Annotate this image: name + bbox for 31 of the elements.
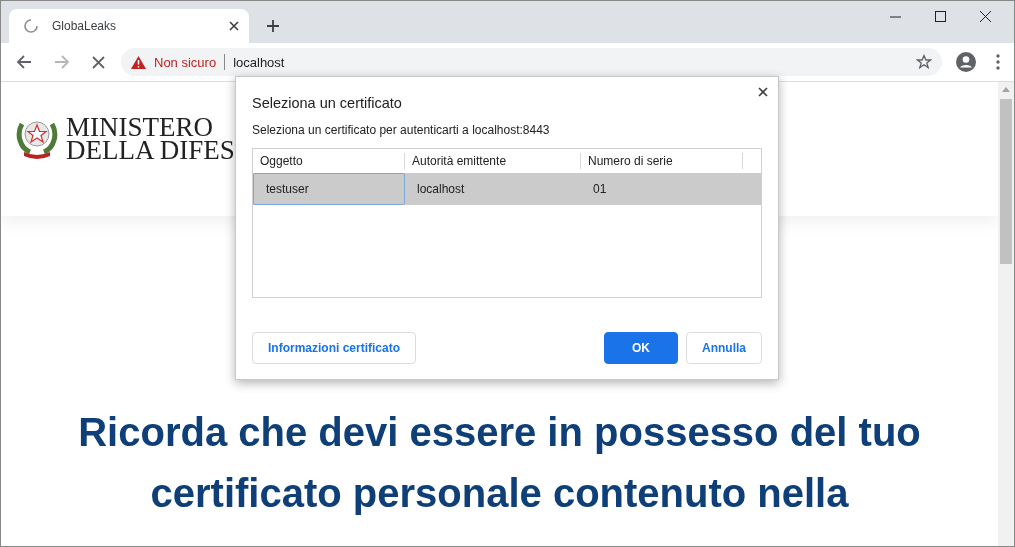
notice-heading: Ricorda che devi essere in possesso del tuo certificato personale contenuto nella	[77, 409, 922, 517]
warning-icon	[131, 55, 146, 69]
table-cell-text: 01	[592, 181, 608, 198]
back-arrow-icon[interactable]	[16, 54, 32, 70]
account-icon[interactable]	[956, 52, 976, 72]
logo-text: MINISTERO	[66, 116, 213, 139]
column-header[interactable]: Numero di serie	[581, 153, 743, 169]
dialog-title: Seleziona un certificato	[252, 95, 403, 111]
cancel-button[interactable]: Annulla	[686, 332, 762, 364]
url-text: localhost	[233, 54, 286, 70]
maximize-icon[interactable]	[935, 11, 946, 22]
column-header[interactable]: Autorità emittente	[405, 153, 581, 169]
stop-icon[interactable]	[92, 55, 105, 69]
certificate-info-button[interactable]: Informazioni certificato	[252, 332, 417, 364]
ok-button[interactable]: OK	[604, 332, 678, 364]
close-icon[interactable]	[229, 21, 239, 31]
browser-tab[interactable]: GlobaLeaks	[9, 9, 249, 43]
certificate-row[interactable]: testuser localhost 01	[253, 173, 761, 205]
close-icon[interactable]	[758, 87, 768, 97]
table-cell: testuser	[253, 173, 405, 205]
scrollbar[interactable]	[998, 82, 1014, 546]
new-tab-icon[interactable]	[266, 19, 280, 33]
dialog-message: Seleziona un certificato per autenticarti a localhost:8443	[252, 123, 551, 137]
table-cell-text: localhost	[416, 181, 466, 198]
menu-icon[interactable]	[996, 54, 1000, 70]
column-header[interactable]: Oggetto	[253, 153, 405, 169]
star-icon[interactable]	[916, 54, 932, 70]
logo-text: DELLA DIFES	[66, 139, 235, 162]
address-bar[interactable]: Non sicuro localhost	[121, 48, 942, 76]
security-label: Non sicuro	[154, 54, 217, 70]
close-icon[interactable]	[980, 11, 991, 22]
